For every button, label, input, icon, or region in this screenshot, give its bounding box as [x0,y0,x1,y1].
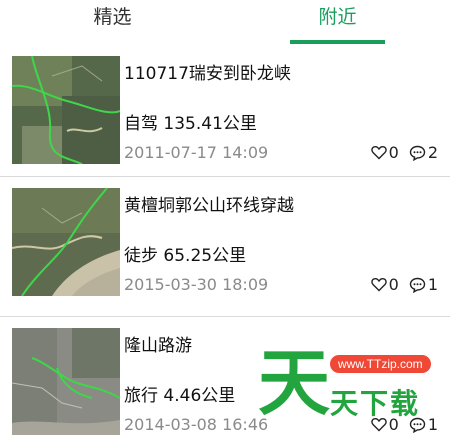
comment-button[interactable]: 1 [409,275,438,294]
route-title: 黄檀垌郭公山环线穿越 [124,196,294,216]
comment-count: 1 [427,415,438,434]
route-timestamp: 2014-03-08 16:46 [124,415,269,434]
comment-bubble-icon [409,417,426,433]
route-map-thumbnail [12,56,120,164]
like-count: 0 [388,415,399,434]
like-count: 0 [388,143,399,162]
route-title: 隆山路游 [124,336,192,356]
heart-icon [370,418,387,432]
like-button[interactable]: 0 [370,275,399,294]
tab-bar: 精选 附近 [0,0,450,46]
like-button[interactable]: 0 [370,143,399,162]
route-stats: 0 1 [370,275,438,294]
heart-icon [370,146,387,160]
route-stats: 0 1 [370,415,438,434]
comment-bubble-icon [409,145,426,161]
comment-bubble-icon [409,277,426,293]
comment-count: 1 [427,275,438,294]
comment-button[interactable]: 1 [409,415,438,434]
active-tab-indicator [290,40,385,44]
route-title: 110717瑞安到卧龙峡 [124,64,291,84]
tab-featured-label: 精选 [93,6,132,28]
route-list-item[interactable]: 黄檀垌郭公山环线穿越 徒步 65.25公里 2015-03-30 18:09 0… [0,178,450,317]
route-timestamp: 2015-03-30 18:09 [124,275,269,294]
heart-icon [370,278,387,292]
route-map-thumbnail [12,188,120,296]
route-list-item[interactable]: 隆山路游 旅行 4.46公里 2014-03-08 16:46 0 1 [0,318,450,435]
list-divider [0,176,450,177]
list-divider [0,316,450,317]
like-button[interactable]: 0 [370,415,399,434]
route-mode-distance: 徒步 65.25公里 [124,246,247,266]
comment-button[interactable]: 2 [409,143,438,162]
route-map-thumbnail [12,328,120,435]
route-mode-distance: 自驾 135.41公里 [124,114,257,134]
like-count: 0 [388,275,399,294]
tab-nearby-label: 附近 [318,6,357,28]
route-stats: 0 2 [370,143,438,162]
tab-featured[interactable]: 精选 [0,0,225,46]
route-list-item[interactable]: 110717瑞安到卧龙峡 自驾 135.41公里 2011-07-17 14:0… [0,46,450,177]
comment-count: 2 [427,143,438,162]
route-mode-distance: 旅行 4.46公里 [124,386,236,406]
route-timestamp: 2011-07-17 14:09 [124,143,269,162]
